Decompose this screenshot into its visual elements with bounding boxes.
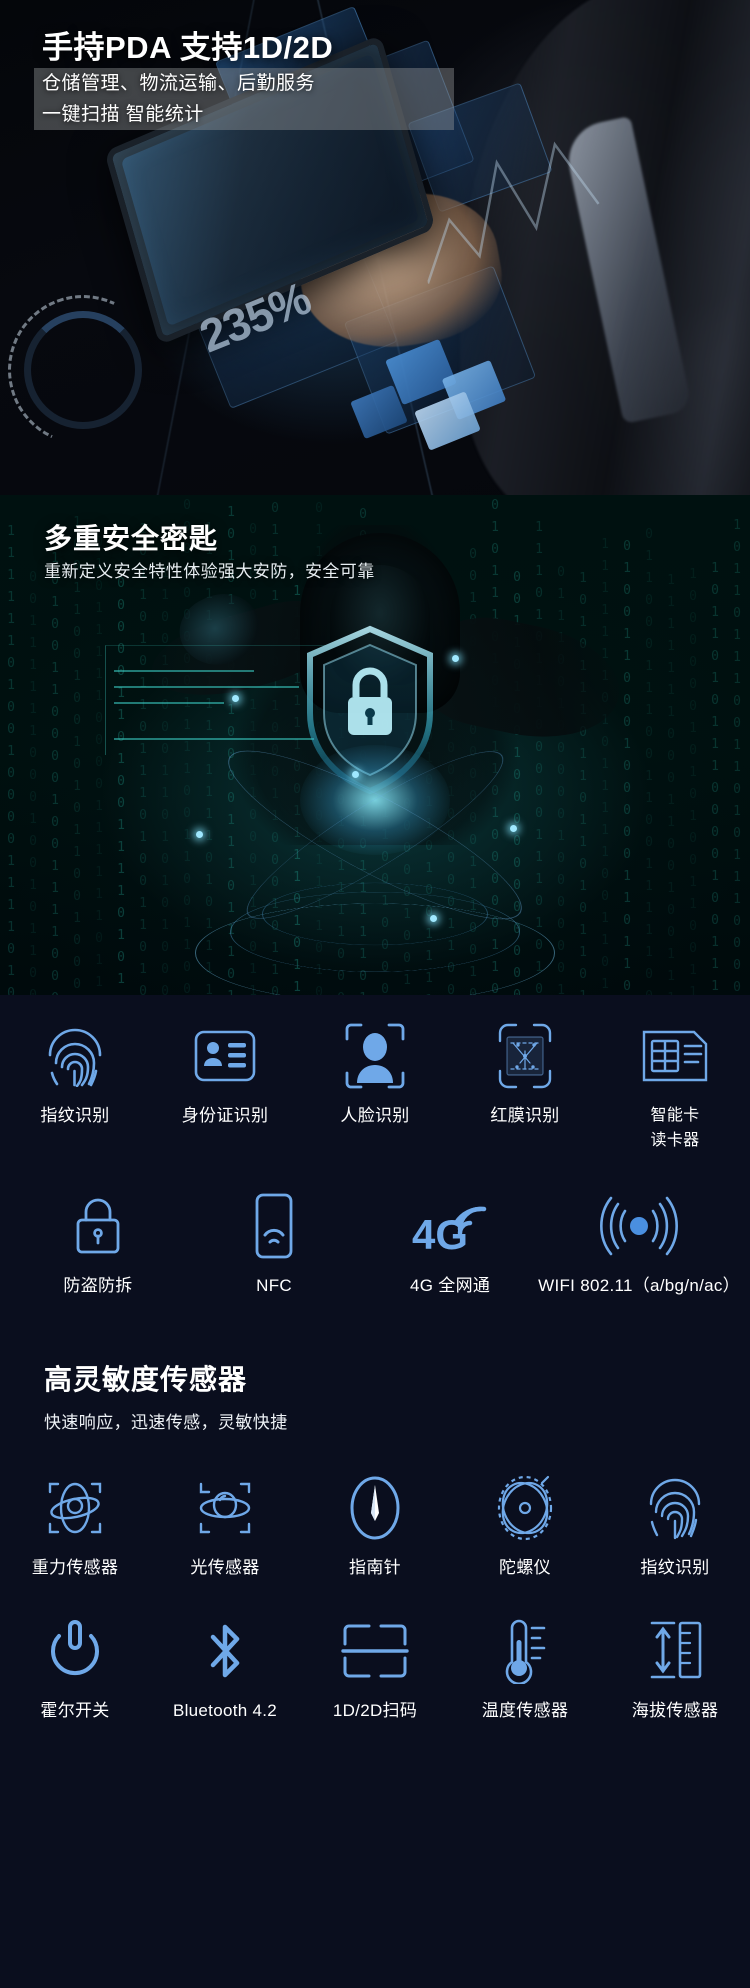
sensor-row-2: 霍尔开关 Bluetooth 4.2: [0, 1612, 750, 1723]
matrix-column: 1 0 1 0 1 1 1 0 1 1 0 1 1 0 1 0 1 1 0 1 …: [572, 495, 594, 995]
compass-icon: [349, 1473, 401, 1543]
feature-label: 智能卡 读卡器: [651, 1103, 700, 1153]
matrix-column: 0 1 1 0 0 0 1 1 1 0 0 1 1 0 0 1 1 1 1 1 …: [638, 495, 660, 995]
feature-fingerprint[interactable]: 指纹识别: [0, 1017, 150, 1153]
hero-subtitle: 仓储管理、物流运输、后勤服务 一键扫描 智能统计: [42, 68, 315, 130]
feature-gyroscope[interactable]: 陀螺仪: [450, 1469, 600, 1580]
feature-compass[interactable]: 指南针: [300, 1469, 450, 1580]
sensor-title: 高灵敏度传感器: [44, 1358, 750, 1398]
thermometer-icon: [498, 1616, 552, 1686]
feature-fingerprint-sensor[interactable]: 指纹识别: [600, 1469, 750, 1580]
nfc-icon: [254, 1191, 294, 1261]
matrix-column: 1 1 1 0 1 0 1 1 1 0 0 0 0 0 1 1 1 0 1 0 …: [528, 495, 550, 995]
security-banner: 1 1 1 1 1 1 0 1 0 0 1 0 0 0 0 1 1 1 1 0 …: [0, 495, 750, 995]
matrix-column: 1 0 0 0 0 0 0 1 0 1 0 1 0 0 1 1 0 0 1 1 …: [682, 495, 704, 995]
hero-title: 手持PDA 支持1D/2D: [42, 22, 333, 67]
hero-subtitle-line2: 一键扫描 智能统计: [42, 99, 315, 130]
padlock-icon: [72, 1191, 124, 1261]
matrix-column: 1 0 1 1 0 1 1 1 0 0 1 1 0 1 0 1 1 1 0 0 …: [726, 495, 748, 995]
fingerprint-icon: [46, 1021, 104, 1091]
feature-label: WIFI 802.11（a/bg/n/ac）: [538, 1273, 740, 1298]
feature-label: Bluetooth 4.2: [173, 1698, 277, 1723]
matrix-column: 1 1 1 1 1 1 1 0 1 0 1 1 1 1 1 0 0 1 1 0 …: [594, 495, 616, 995]
feature-altitude-sensor[interactable]: 海拔传感器: [600, 1612, 750, 1723]
feature-label: 指纹识别: [640, 1555, 709, 1580]
sensor-row-1: 重力传感器 光传感器: [0, 1469, 750, 1580]
orbit-node: [196, 831, 203, 838]
orbit-node: [430, 915, 437, 922]
feature-label: NFC: [256, 1273, 292, 1298]
feature-hall-switch[interactable]: 霍尔开关: [0, 1612, 150, 1723]
4g-signal-icon: 4G: [412, 1191, 488, 1261]
light-sensor-icon: [193, 1473, 257, 1543]
product-detail-page: 235% 手持PDA 支持1D/2D 仓储管理、物流运输、后勤服务 一键扫描 智…: [0, 0, 750, 1988]
id-card-icon: [194, 1021, 256, 1091]
feature-label: 红膜识别: [490, 1103, 559, 1128]
feature-label: 指南针: [349, 1555, 401, 1580]
feature-wifi[interactable]: WIFI 802.11（a/bg/n/ac）: [538, 1187, 740, 1298]
feature-label: 防盗防拆: [63, 1273, 132, 1298]
orbit-node: [352, 771, 359, 778]
sensor-subtitle: 快速响应，迅速传感，灵敏快捷: [44, 1408, 750, 1433]
matrix-column: 1 0 1 1 0 1 0 1 1 1 0 0 0 0 1 0 0 1 1 1 …: [704, 495, 726, 995]
fingerprint-icon: [647, 1473, 703, 1543]
feature-iris-scan[interactable]: 红膜识别: [450, 1017, 600, 1153]
sensor-header: 高灵敏度传感器 快速响应，迅速传感，灵敏快捷: [0, 1298, 750, 1433]
orbit-node: [232, 695, 239, 702]
security-title: 多重安全密匙: [44, 517, 218, 557]
feature-label: 陀螺仪: [499, 1555, 551, 1580]
security-feature-row-2: 防盗防拆 NFC 4G: [0, 1187, 750, 1298]
security-subtitle: 重新定义安全特性体验强大安防，安全可靠: [44, 557, 375, 582]
hero-subtitle-line1: 仓储管理、物流运输、后勤服务: [42, 68, 315, 99]
matrix-column: 1 1 1 1 1 1 1 0 0 0 1 1 0 0 1 0 0 1 1 1 …: [660, 495, 682, 995]
hero-banner: 235% 手持PDA 支持1D/2D 仓储管理、物流运输、后勤服务 一键扫描 智…: [0, 0, 750, 495]
hall-switch-icon: [47, 1616, 103, 1686]
feature-light-sensor[interactable]: 光传感器: [150, 1469, 300, 1580]
code-window-graphic: [105, 645, 325, 755]
iris-scan-icon: [498, 1021, 552, 1091]
feature-face-recognition[interactable]: 人脸识别: [300, 1017, 450, 1153]
gravity-sensor-icon: [44, 1473, 106, 1543]
sensor-section: 高灵敏度传感器 快速响应，迅速传感，灵敏快捷 重力传感器: [0, 1298, 750, 1723]
feature-bluetooth[interactable]: Bluetooth 4.2: [150, 1612, 300, 1723]
barcode-scan-icon: [341, 1616, 409, 1686]
gyroscope-icon: [494, 1473, 556, 1543]
feature-barcode-scan[interactable]: 1D/2D扫码: [300, 1612, 450, 1723]
feature-smart-card-reader[interactable]: 智能卡 读卡器: [600, 1017, 750, 1153]
feature-gravity-sensor[interactable]: 重力传感器: [0, 1469, 150, 1580]
feature-label: 1D/2D扫码: [333, 1698, 417, 1723]
feature-label: 人脸识别: [340, 1103, 409, 1128]
feature-label: 海拔传感器: [632, 1698, 719, 1723]
bluetooth-icon: [203, 1616, 247, 1686]
smart-card-icon: [642, 1021, 708, 1091]
altitude-sensor-icon: [646, 1616, 704, 1686]
zigzag-graph-icon: [407, 107, 633, 333]
face-recognition-icon: [345, 1021, 405, 1091]
matrix-column: 0 1 0 0 1 1 0 0 0 1 0 0 0 0 0 1 1 0 1 1 …: [616, 495, 638, 995]
feature-anti-theft[interactable]: 防盗防拆: [10, 1187, 186, 1298]
dial-inner-graphic: [24, 311, 142, 429]
wifi-icon: [599, 1191, 679, 1261]
feature-nfc[interactable]: NFC: [186, 1187, 362, 1298]
orbit-node: [452, 655, 459, 662]
feature-label: 光传感器: [190, 1555, 259, 1580]
orbit-node: [510, 825, 517, 832]
matrix-column: 0 1 1 1 0 0 1 0 0 0 0 0 1 0 0 0 0 0 0 1 …: [550, 495, 572, 995]
feature-label: 指纹识别: [40, 1103, 109, 1128]
feature-label: 霍尔开关: [40, 1698, 109, 1723]
security-feature-row-1: 指纹识别 身份证识别: [0, 1017, 750, 1153]
security-features: 指纹识别 身份证识别: [0, 995, 750, 1298]
feature-temperature-sensor[interactable]: 温度传感器: [450, 1612, 600, 1723]
feature-label: 4G 全网通: [410, 1273, 490, 1298]
feature-label: 身份证识别: [182, 1103, 269, 1128]
feature-id-card[interactable]: 身份证识别: [150, 1017, 300, 1153]
matrix-column: 0 0 1 1 1 1 1 1 0 0 0 1 0 0 1 0 1 1 0 0 …: [22, 495, 44, 995]
feature-4g[interactable]: 4G 4G 全网通: [362, 1187, 538, 1298]
matrix-column: 1 1 1 1 1 1 0 1 0 0 1 0 0 0 0 1 1 1 1 0 …: [0, 495, 22, 995]
feature-label: 温度传感器: [482, 1698, 569, 1723]
feature-label: 重力传感器: [32, 1555, 119, 1580]
